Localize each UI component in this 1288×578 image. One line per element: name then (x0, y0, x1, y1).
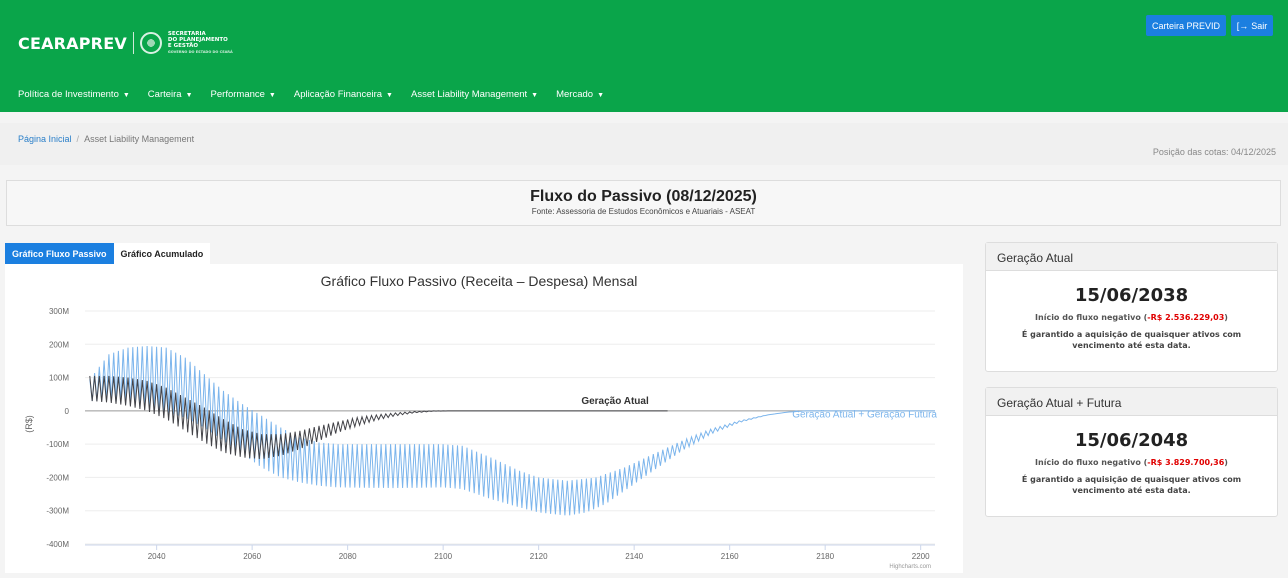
page-source: Fonte: Assessoria de Estudos Econômicos … (531, 207, 756, 216)
menu-aplicacao-financeira[interactable]: Aplicação Financeira ▼ (294, 89, 393, 100)
logout-icon: [→ (1236, 20, 1249, 31)
card-negative-flow: Início do fluxo negativo (-R$ 2.536.229,… (996, 313, 1267, 322)
y-tick-label: -300M (46, 507, 69, 516)
logo-text: CEARAPREV (18, 33, 127, 53)
y-tick-label: -400M (46, 540, 69, 549)
card-negative-flow: Início do fluxo negativo (-R$ 3.829.700,… (996, 458, 1267, 467)
page-title-box: Fluxo do Passivo (08/12/2025) Fonte: Ass… (6, 180, 1281, 226)
highcharts-credit[interactable]: Highcharts.com (889, 564, 931, 570)
logout-button[interactable]: [→ Sair (1231, 15, 1273, 36)
caret-down-icon: ▼ (531, 92, 539, 99)
x-tick-label: 2180 (816, 552, 834, 561)
y-axis-label: (R$) (24, 415, 34, 433)
card-body: 15/06/2038 Início do fluxo negativo (-R$… (986, 271, 1277, 361)
breadcrumb-home-link[interactable]: Página Inicial (18, 134, 72, 144)
cearaprev-logo[interactable]: CEARAPREV SECRETARIA DO PLANEJAMENTO E G… (18, 26, 233, 60)
carteira-previd-label: Carteira PREVID (1151, 20, 1221, 31)
series-geracao-atual-futura (89, 345, 935, 516)
x-tick-label: 2100 (434, 552, 452, 561)
chart-container: Gráfico Fluxo Passivo (Receita – Despesa… (5, 264, 963, 573)
breadcrumb-bar: Página Inicial / Asset Liability Managemen… (0, 123, 1288, 165)
chart-title: Gráfico Fluxo Passivo (Receita – Despesa… (321, 273, 638, 289)
main-menu: Política de Investimento ▼ Carteira ▼ Perf… (18, 89, 622, 100)
card-geracao-atual: Geração Atual 15/06/2038 Início do fluxo… (985, 242, 1278, 372)
y-tick-label: 300M (49, 307, 69, 316)
menu-label: Asset Liability Management (410, 89, 528, 100)
menu-performance[interactable]: Performance ▼ (211, 89, 276, 100)
card-date: 15/06/2048 (1074, 430, 1189, 451)
tab-grafico-fluxo-passivo[interactable]: Gráfico Fluxo Passivo (5, 243, 114, 264)
series-label-geracao-atual-futura: Geração Atual + Geração Futura (792, 410, 937, 421)
series-label-geracao-atual: Geração Atual (581, 396, 649, 407)
card-geracao-atual-futura: Geração Atual + Futura 15/06/2048 Início… (985, 387, 1278, 517)
flux-chart: Gráfico Fluxo Passivo (Receita – Despesa… (24, 273, 937, 570)
neg-value: -R$ 2.536.229,03 (1147, 313, 1225, 322)
x-tick-label: 2200 (912, 552, 930, 561)
card-guarantee-text: É garantido a aquisição de quaisquer ati… (1021, 330, 1242, 350)
series-line (89, 345, 935, 516)
menu-label: Aplicação Financeira (293, 89, 383, 100)
menu-mercado[interactable]: Mercado ▼ (556, 89, 604, 100)
x-tick-label: 2040 (148, 552, 166, 561)
page-title: Fluxo do Passivo (08/12/2025) (530, 188, 757, 205)
caret-down-icon: ▼ (386, 92, 393, 99)
x-tick-label: 2060 (243, 552, 261, 561)
caret-down-icon: ▼ (268, 92, 276, 99)
menu-asset-liability-management[interactable]: Asset Liability Management ▼ (411, 89, 538, 100)
logo-divider (132, 32, 134, 54)
caret-down-icon: ▼ (185, 92, 193, 99)
card-date: 15/06/2038 (1074, 285, 1189, 306)
y-tick-label: -100M (46, 440, 69, 449)
card-header: Geração Atual (986, 243, 1277, 271)
breadcrumb-separator: / (76, 134, 80, 144)
series-geracao-atual (89, 375, 668, 459)
x-axis-ticks: 2040 2060 2080 2100 2120 2140 2160 2180 2200 (85, 544, 935, 561)
caret-down-icon: ▼ (122, 92, 130, 99)
card-guarantee-text: É garantido a aquisição de quaisquer ati… (1021, 475, 1242, 495)
x-tick-label: 2160 (721, 552, 739, 561)
cotas-position: Posição das cotas: 04/12/2025 (1152, 147, 1276, 157)
logout-label: Sair (1251, 20, 1268, 31)
breadcrumb-current: Asset Liability Management (84, 134, 195, 144)
menu-politica-investimento[interactable]: Política de Investimento ▼ (18, 89, 130, 100)
series-line (89, 375, 668, 459)
card-body: 15/06/2048 Início do fluxo negativo (-R$… (986, 416, 1277, 506)
caret-down-icon: ▼ (597, 92, 604, 99)
x-tick-label: 2120 (530, 552, 548, 561)
carteira-previd-button[interactable]: Carteira PREVID (1146, 15, 1226, 36)
y-tick-label: 0 (65, 407, 70, 416)
logo-subtitle: SECRETARIA DO PLANEJAMENTO E GESTÃO GOVE… (168, 31, 233, 55)
menu-label: Mercado (556, 89, 594, 100)
menu-carteira[interactable]: Carteira ▼ (148, 89, 193, 100)
top-navbar: CEARAPREV SECRETARIA DO PLANEJAMENTO E G… (0, 0, 1288, 112)
y-tick-label: -200M (46, 473, 69, 482)
chart-tabs: Gráfico Fluxo Passivo Gráfico Acumulado (5, 243, 211, 264)
state-seal-icon (139, 32, 162, 54)
x-tick-label: 2140 (625, 552, 643, 561)
y-tick-label: 200M (49, 340, 69, 349)
menu-label: Carteira (147, 89, 182, 100)
neg-value: -R$ 3.829.700,36 (1147, 458, 1225, 467)
neg-suffix: ) (1224, 458, 1228, 467)
y-tick-label: 100M (49, 374, 69, 383)
menu-label: Política de Investimento (18, 89, 119, 100)
menu-label: Performance (210, 89, 265, 100)
breadcrumb: Página Inicial / Asset Liability Managemen… (18, 134, 194, 144)
y-axis-ticks: 300M 200M 100M 0 -100M -200M -300M -400M (46, 307, 69, 549)
tab-grafico-acumulado[interactable]: Gráfico Acumulado (113, 243, 211, 264)
x-tick-label: 2080 (339, 552, 357, 561)
logo-sub-line: GOVERNO DO ESTADO DO CEARÁ (167, 50, 233, 54)
neg-prefix: Início do fluxo negativo ( (1035, 313, 1148, 322)
card-header: Geração Atual + Futura (986, 388, 1277, 416)
neg-prefix: Início do fluxo negativo ( (1035, 458, 1148, 467)
neg-suffix: ) (1224, 313, 1228, 322)
